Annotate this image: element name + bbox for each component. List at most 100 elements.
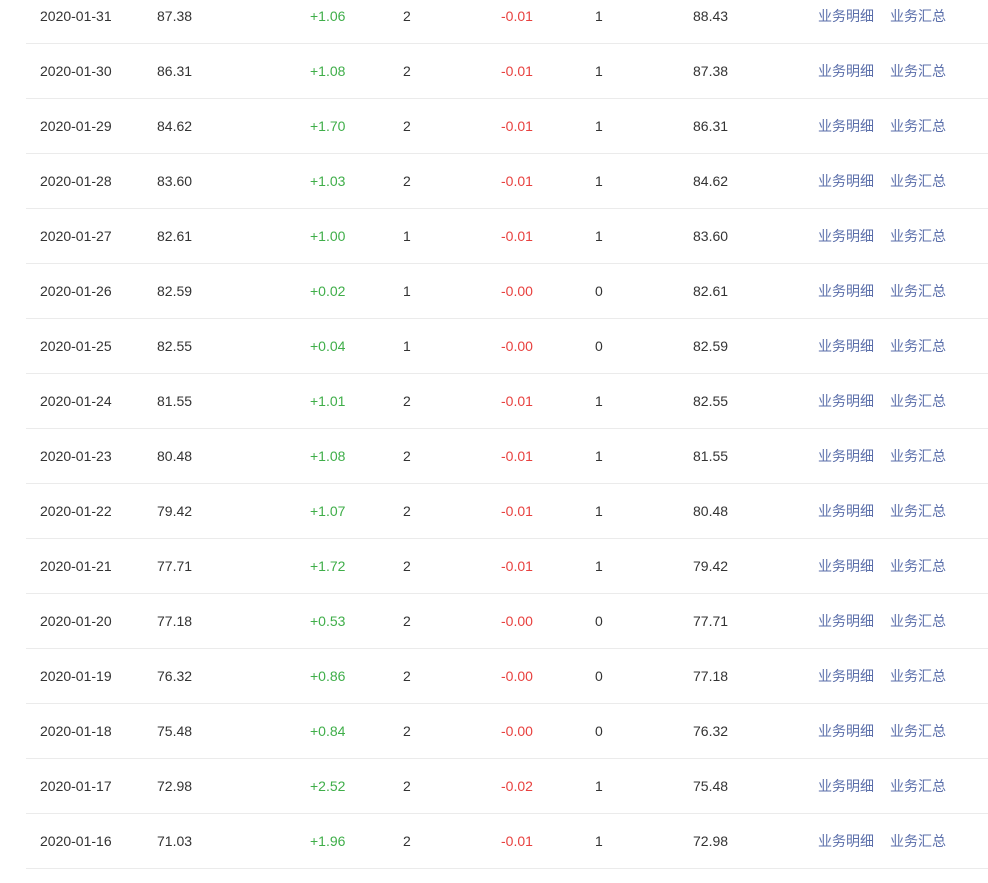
increase-value-cell: +1.08 [310, 448, 346, 464]
increase-value-cell: +1.06 [310, 8, 346, 24]
closing-value-cell: 77.71 [693, 613, 729, 629]
decrease-value-cell: -0.01 [501, 118, 533, 134]
date-cell: 2020-01-22 [40, 503, 112, 519]
business-detail-link[interactable]: 业务明细 [818, 594, 874, 648]
business-summary-link[interactable]: 业务汇总 [890, 539, 946, 593]
increase-count-cell: 2 [403, 503, 411, 519]
business-summary-link[interactable]: 业务汇总 [890, 44, 946, 98]
table-row: 2020-01-31 87.38 +1.06 2 -0.01 1 88.43 业务明细 业务汇总 [26, 0, 988, 44]
business-summary-link[interactable]: 业务汇总 [890, 649, 946, 703]
business-summary-link[interactable]: 业务汇总 [890, 209, 946, 263]
increase-value-cell: +1.72 [310, 558, 346, 574]
closing-value-cell: 82.61 [693, 283, 729, 299]
business-detail-link[interactable]: 业务明细 [818, 154, 874, 208]
increase-count-cell: 2 [403, 118, 411, 134]
business-summary-link[interactable]: 业务汇总 [890, 264, 946, 318]
increase-value-cell: +1.70 [310, 118, 346, 134]
increase-value-cell: +1.03 [310, 173, 346, 189]
increase-value-cell: +1.00 [310, 228, 346, 244]
date-cell: 2020-01-20 [40, 613, 112, 629]
opening-value-cell: 77.18 [157, 613, 193, 629]
decrease-value-cell: -0.00 [501, 338, 533, 354]
date-cell: 2020-01-23 [40, 448, 112, 464]
date-cell: 2020-01-31 [40, 8, 112, 24]
decrease-count-cell: 1 [595, 8, 603, 24]
closing-value-cell: 84.62 [693, 173, 729, 189]
business-detail-link[interactable]: 业务明细 [818, 44, 874, 98]
date-cell: 2020-01-16 [40, 833, 112, 849]
opening-value-cell: 84.62 [157, 118, 193, 134]
business-detail-link[interactable]: 业务明细 [818, 374, 874, 428]
decrease-value-cell: -0.00 [501, 613, 533, 629]
increase-value-cell: +2.52 [310, 778, 346, 794]
decrease-count-cell: 1 [595, 778, 603, 794]
increase-count-cell: 1 [403, 283, 411, 299]
decrease-count-cell: 1 [595, 448, 603, 464]
business-detail-link[interactable]: 业务明细 [818, 704, 874, 758]
decrease-value-cell: -0.01 [501, 393, 533, 409]
decrease-value-cell: -0.01 [501, 833, 533, 849]
closing-value-cell: 77.18 [693, 668, 729, 684]
date-cell: 2020-01-26 [40, 283, 112, 299]
table-row: 2020-01-20 77.18 +0.53 2 -0.00 0 77.71 业务明细 业务汇总 [26, 594, 988, 649]
business-summary-link[interactable]: 业务汇总 [890, 374, 946, 428]
business-detail-link[interactable]: 业务明细 [818, 814, 874, 868]
business-detail-link[interactable]: 业务明细 [818, 209, 874, 263]
increase-count-cell: 2 [403, 63, 411, 79]
decrease-count-cell: 1 [595, 833, 603, 849]
table-row: 2020-01-27 82.61 +1.00 1 -0.01 1 83.60 业务明细 业务汇总 [26, 209, 988, 264]
daily-records-table: 2020-01-31 87.38 +1.06 2 -0.01 1 88.43 业务明细 业务汇总… [26, 0, 988, 869]
closing-value-cell: 81.55 [693, 448, 729, 464]
opening-value-cell: 83.60 [157, 173, 193, 189]
opening-value-cell: 75.48 [157, 723, 193, 739]
business-detail-link[interactable]: 业务明细 [818, 429, 874, 483]
business-summary-link[interactable]: 业务汇总 [890, 759, 946, 813]
decrease-count-cell: 0 [595, 338, 603, 354]
decrease-value-cell: -0.01 [501, 503, 533, 519]
increase-value-cell: +0.86 [310, 668, 346, 684]
business-summary-link[interactable]: 业务汇总 [890, 484, 946, 538]
business-summary-link[interactable]: 业务汇总 [890, 0, 946, 43]
business-detail-link[interactable]: 业务明细 [818, 99, 874, 153]
opening-value-cell: 81.55 [157, 393, 193, 409]
increase-count-cell: 2 [403, 558, 411, 574]
business-summary-link[interactable]: 业务汇总 [890, 154, 946, 208]
business-detail-link[interactable]: 业务明细 [818, 264, 874, 318]
closing-value-cell: 75.48 [693, 778, 729, 794]
date-cell: 2020-01-24 [40, 393, 112, 409]
table-row: 2020-01-17 72.98 +2.52 2 -0.02 1 75.48 业务明细 业务汇总 [26, 759, 988, 814]
business-detail-link[interactable]: 业务明细 [818, 319, 874, 373]
business-summary-link[interactable]: 业务汇总 [890, 594, 946, 648]
business-detail-link[interactable]: 业务明细 [818, 484, 874, 538]
closing-value-cell: 86.31 [693, 118, 729, 134]
decrease-value-cell: -0.00 [501, 668, 533, 684]
increase-count-cell: 2 [403, 8, 411, 24]
business-summary-link[interactable]: 业务汇总 [890, 99, 946, 153]
business-detail-link[interactable]: 业务明细 [818, 649, 874, 703]
date-cell: 2020-01-27 [40, 228, 112, 244]
business-summary-link[interactable]: 业务汇总 [890, 814, 946, 868]
table-row: 2020-01-21 77.71 +1.72 2 -0.01 1 79.42 业务明细 业务汇总 [26, 539, 988, 594]
business-detail-link[interactable]: 业务明细 [818, 759, 874, 813]
table-row: 2020-01-29 84.62 +1.70 2 -0.01 1 86.31 业务明细 业务汇总 [26, 99, 988, 154]
table-row: 2020-01-19 76.32 +0.86 2 -0.00 0 77.18 业务明细 业务汇总 [26, 649, 988, 704]
business-summary-link[interactable]: 业务汇总 [890, 429, 946, 483]
business-detail-link[interactable]: 业务明细 [818, 0, 874, 43]
decrease-count-cell: 0 [595, 613, 603, 629]
closing-value-cell: 88.43 [693, 8, 729, 24]
date-cell: 2020-01-18 [40, 723, 112, 739]
opening-value-cell: 79.42 [157, 503, 193, 519]
decrease-value-cell: -0.01 [501, 173, 533, 189]
table-row: 2020-01-30 86.31 +1.08 2 -0.01 1 87.38 业务明细 业务汇总 [26, 44, 988, 99]
business-detail-link[interactable]: 业务明细 [818, 539, 874, 593]
date-cell: 2020-01-28 [40, 173, 112, 189]
increase-count-cell: 1 [403, 228, 411, 244]
date-cell: 2020-01-19 [40, 668, 112, 684]
business-summary-link[interactable]: 业务汇总 [890, 704, 946, 758]
closing-value-cell: 82.59 [693, 338, 729, 354]
business-summary-link[interactable]: 业务汇总 [890, 319, 946, 373]
opening-value-cell: 72.98 [157, 778, 193, 794]
decrease-count-cell: 1 [595, 558, 603, 574]
increase-count-cell: 2 [403, 778, 411, 794]
decrease-value-cell: -0.00 [501, 723, 533, 739]
